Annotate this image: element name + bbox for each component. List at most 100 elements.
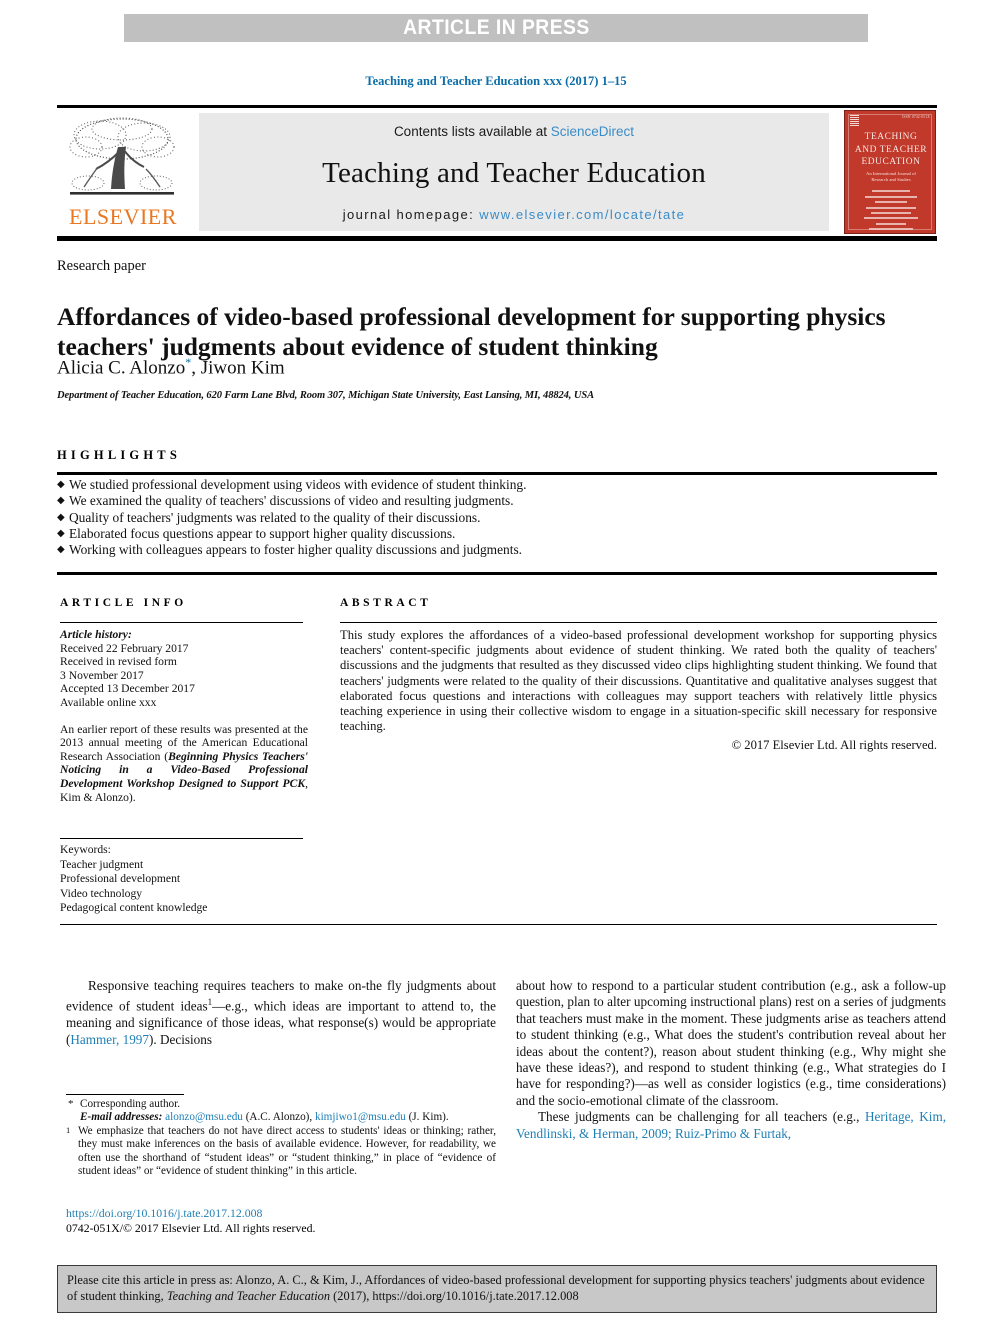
cite-suffix: (2017), https://doi.org/10.1016/j.tate.2… xyxy=(330,1289,579,1304)
article-history-line: Accepted 13 December 2017 xyxy=(60,682,195,696)
abstract-rule xyxy=(340,622,937,624)
cover-subtitle: An International Journal of Research and… xyxy=(845,171,935,184)
email-footnote: E-mail addresses: alonzo@msu.edu (A.C. A… xyxy=(66,1111,496,1124)
journal-title: Teaching and Teacher Education xyxy=(322,156,706,189)
abstract-copyright: © 2017 Elsevier Ltd. All rights reserved… xyxy=(731,738,937,752)
cover-issn: ISSN 0742-051X xyxy=(902,115,930,119)
journal-masthead: ELSEVIER Contents lists available at Sci… xyxy=(57,105,937,241)
article-in-press-banner: ARTICLE IN PRESS xyxy=(124,14,868,42)
article-history-line: Received 22 February 2017 xyxy=(60,641,189,655)
body-column-left: Responsive teaching requires teachers to… xyxy=(66,978,496,1048)
contents-lists-prefix: Contents lists available at xyxy=(393,124,551,139)
article-type-label: Research paper xyxy=(57,258,146,274)
elsevier-tree-icon xyxy=(69,117,175,195)
journal-homepage-prefix: journal homepage: xyxy=(342,207,480,222)
highlight-text: We studied professional development usin… xyxy=(69,477,527,492)
email-link-primary[interactable]: alonzo@msu.edu xyxy=(165,1111,243,1123)
keywords-top-rule xyxy=(60,838,303,840)
doi-block: https://doi.org/10.1016/j.tate.2017.12.0… xyxy=(66,1206,496,1235)
cover-subtitle-line2: Research and Studies xyxy=(871,177,911,183)
issn-copyright-line: 0742-051X/© 2017 Elsevier Ltd. All right… xyxy=(66,1220,316,1235)
please-cite-box: Please cite this article in press as: Al… xyxy=(57,1265,937,1313)
article-info-column: Article history: Received 22 February 20… xyxy=(60,628,308,804)
email-owner-primary: (A.C. Alonzo), xyxy=(242,1111,315,1124)
journal-homepage-link[interactable]: www.elsevier.com/locate/tate xyxy=(479,207,685,222)
elsevier-wordmark: ELSEVIER xyxy=(69,204,177,229)
journal-homepage-line: journal homepage: www.elsevier.com/locat… xyxy=(343,207,686,222)
article-info-heading: ARTICLE INFO xyxy=(60,597,187,609)
list-item: ◆ Working with colleagues appears to fost… xyxy=(57,542,937,558)
author-name-secondary: , Jiwon Kim xyxy=(191,357,285,379)
highlight-text: Elaborated focus questions appear to sup… xyxy=(69,525,456,541)
cover-title-line2: AND TEACHER xyxy=(854,144,928,155)
footnote-text: We emphasize that teachers do not have d… xyxy=(78,1124,496,1178)
list-item: ◆ We studied professional development usi… xyxy=(57,477,937,493)
journal-running-head: Teaching and Teacher Education xxx (2017… xyxy=(365,74,627,88)
contents-lists-line: Contents lists available at ScienceDirec… xyxy=(394,124,634,139)
author-name-primary: Alicia C. Alonzo xyxy=(57,357,186,379)
journal-title-band: Contents lists available at ScienceDirec… xyxy=(199,113,829,231)
masthead-top-rule xyxy=(57,105,937,108)
asterisk-icon: * xyxy=(68,1098,74,1110)
article-history-label: Article history: xyxy=(60,628,132,641)
email-owner-secondary: (J. Kim). xyxy=(405,1111,449,1124)
footnote-number: 1 xyxy=(66,1124,71,1135)
body-column-right: about how to respond to a particular stu… xyxy=(516,978,946,1142)
list-item: ◆ Elaborated focus questions appear to su… xyxy=(57,526,937,542)
journal-cover-thumbnail: ISSN 0742-051X TEACHING AND TEACHER EDUC… xyxy=(844,110,936,234)
body-paragraph: These judgments can be challenging for a… xyxy=(516,1109,946,1142)
highlights-list: ◆ We studied professional development usi… xyxy=(57,477,937,558)
doi-link[interactable]: https://doi.org/10.1016/j.tate.2017.12.0… xyxy=(66,1206,496,1221)
author-affiliation: Department of Teacher Education, 620 Far… xyxy=(57,390,594,401)
highlights-heading: HIGHLIGHTS xyxy=(57,448,181,462)
article-history-line: Received in revised form xyxy=(60,655,177,669)
cite-journal-name: Teaching and Teacher Education xyxy=(166,1289,331,1304)
bullet-icon: ◆ xyxy=(57,511,65,523)
body-paragraph: about how to respond to a particular stu… xyxy=(516,978,946,1108)
highlight-text: We examined the quality of teachers' dis… xyxy=(69,493,514,509)
list-item: ◆ We examined the quality of teachers' di… xyxy=(57,493,937,509)
sciencedirect-link[interactable]: ScienceDirect xyxy=(551,124,634,139)
footnote-separator-rule xyxy=(66,1094,184,1096)
corresponding-author-footnote: * Corresponding author. xyxy=(66,1098,496,1111)
body-paragraph: Responsive teaching requires teachers to… xyxy=(66,978,496,1048)
cover-elsevier-mark-icon xyxy=(850,115,859,126)
article-history-line: 3 November 2017 xyxy=(60,668,144,682)
keywords-block: Keywords: Teacher judgment Professional … xyxy=(60,843,308,916)
numbered-footnote: 1 We emphasize that teachers do not have … xyxy=(66,1125,496,1179)
highlights-bottom-rule xyxy=(57,572,937,575)
keywords-label: Keywords: xyxy=(60,843,111,856)
keyword-item: Teacher judgment xyxy=(60,857,144,871)
cover-title-line3: EDUCATION xyxy=(861,157,921,167)
article-history-line: Available online xxx xyxy=(60,695,157,709)
article-info-note: An earlier report of these results was p… xyxy=(60,723,308,805)
article-info-rule xyxy=(60,622,303,624)
cover-placeholder-lines xyxy=(859,187,923,233)
bullet-icon: ◆ xyxy=(57,527,65,539)
corresponding-author-text: Corresponding author. xyxy=(80,1098,181,1110)
elsevier-logo: ELSEVIER xyxy=(62,113,188,231)
abstract-heading: ABSTRACT xyxy=(340,597,432,609)
cover-title-line1: TEACHING xyxy=(864,132,918,142)
email-label: E-mail addresses: xyxy=(80,1111,163,1124)
keyword-item: Pedagogical content knowledge xyxy=(60,901,208,915)
list-item: ◆ Quality of teachers' judgments was rela… xyxy=(57,510,937,526)
citation-link[interactable]: Hammer, 1997 xyxy=(70,1032,149,1047)
keyword-item: Video technology xyxy=(60,886,143,900)
highlight-text: Working with colleagues appears to foste… xyxy=(69,542,522,558)
abstract-body: This study explores the affordances of a… xyxy=(340,628,937,734)
author-list: Alicia C. Alonzo*, Jiwon Kim xyxy=(57,355,887,379)
masthead-bottom-rule xyxy=(57,236,937,241)
bullet-icon: ◆ xyxy=(57,479,65,490)
email-link-secondary[interactable]: kimjiwo1@msu.edu xyxy=(315,1111,406,1123)
page-title: Affordances of video-based professional … xyxy=(57,302,886,362)
highlights-rule xyxy=(57,472,937,475)
info-abstract-bottom-rule xyxy=(60,924,937,926)
bullet-icon: ◆ xyxy=(57,495,65,507)
bullet-icon: ◆ xyxy=(57,544,65,556)
article-in-press-label: ARTICLE IN PRESS xyxy=(402,16,590,39)
cover-title: TEACHING AND TEACHER EDUCATION xyxy=(845,131,935,169)
highlight-text: Quality of teachers' judgments was relat… xyxy=(69,509,481,525)
keyword-item: Professional development xyxy=(60,872,181,886)
